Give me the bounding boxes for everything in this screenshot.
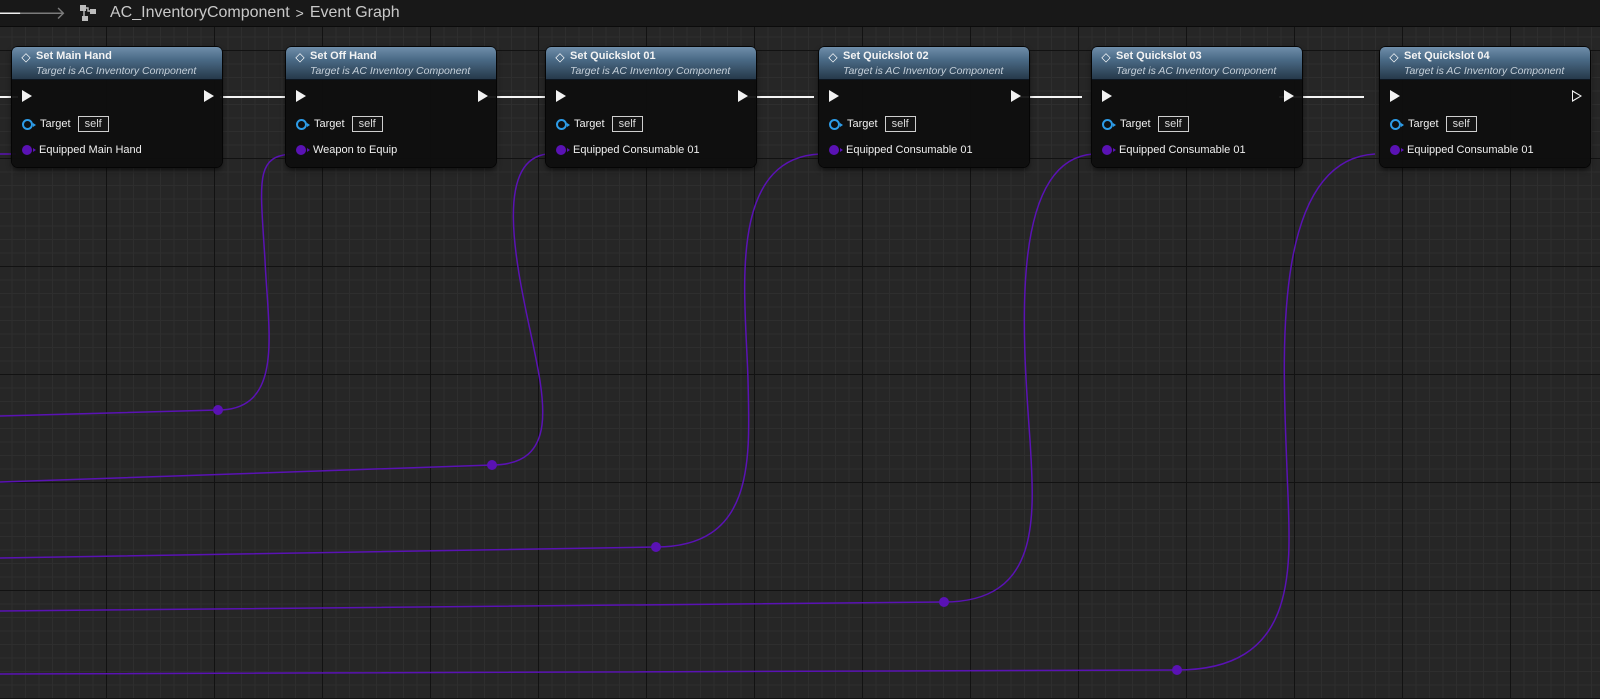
node-set-quickslot-02[interactable]: ◇ Set Quickslot 02 Target is AC Inventor… bbox=[819, 47, 1029, 167]
struct-pin-icon[interactable] bbox=[296, 145, 310, 155]
node-header[interactable]: ◇ Set Quickslot 04 Target is AC Inventor… bbox=[1380, 47, 1590, 80]
object-pin-icon[interactable] bbox=[1390, 118, 1404, 130]
function-icon: ◇ bbox=[555, 50, 565, 64]
struct-wire[interactable] bbox=[0, 153, 1094, 612]
param-label: Equipped Consumable 01 bbox=[846, 144, 973, 156]
node-subtitle: Target is AC Inventory Component bbox=[310, 65, 471, 77]
node-set-off-hand[interactable]: ◇ Set Off Hand Target is AC Inventory Co… bbox=[286, 47, 496, 167]
node-title: Set Main Hand bbox=[36, 50, 112, 62]
node-subtitle: Target is AC Inventory Component bbox=[36, 65, 197, 77]
node-subtitle: Target is AC Inventory Component bbox=[570, 65, 731, 77]
exec-in-pin[interactable] bbox=[1102, 90, 1112, 102]
node-header[interactable]: ◇ Set Quickslot 01 Target is AC Inventor… bbox=[546, 47, 756, 80]
exec-in-pin[interactable] bbox=[829, 90, 839, 102]
target-pin-row[interactable]: Target self bbox=[829, 116, 916, 132]
node-header[interactable]: ◇ Set Quickslot 02 Target is AC Inventor… bbox=[819, 47, 1029, 80]
param-label: Equipped Consumable 01 bbox=[573, 144, 700, 156]
reroute-knot[interactable] bbox=[1172, 665, 1182, 675]
param-pin-row[interactable]: Equipped Consumable 01 bbox=[1102, 144, 1246, 156]
exec-in-pin[interactable] bbox=[296, 90, 306, 102]
object-pin-icon[interactable] bbox=[829, 118, 843, 130]
node-set-quickslot-03[interactable]: ◇ Set Quickslot 03 Target is AC Inventor… bbox=[1092, 47, 1302, 167]
target-self-field[interactable]: self bbox=[1157, 116, 1189, 132]
target-label: Target bbox=[847, 118, 878, 130]
node-subtitle: Target is AC Inventory Component bbox=[1404, 65, 1565, 77]
struct-wire[interactable] bbox=[0, 153, 548, 483]
function-icon: ◇ bbox=[828, 50, 838, 64]
target-self-field[interactable]: self bbox=[77, 116, 109, 132]
node-title: Set Off Hand bbox=[310, 50, 377, 62]
param-pin-row[interactable]: Equipped Consumable 01 bbox=[556, 144, 700, 156]
reroute-knot[interactable] bbox=[213, 405, 223, 415]
target-label: Target bbox=[1408, 118, 1439, 130]
graph-wires bbox=[0, 96, 1376, 675]
struct-pin-icon[interactable] bbox=[556, 145, 570, 155]
object-pin-icon[interactable] bbox=[1102, 118, 1116, 130]
target-pin-row[interactable]: Target self bbox=[556, 116, 643, 132]
param-label: Weapon to Equip bbox=[313, 144, 398, 156]
exec-out-pin[interactable] bbox=[738, 90, 748, 102]
node-set-quickslot-01[interactable]: ◇ Set Quickslot 01 Target is AC Inventor… bbox=[546, 47, 756, 167]
param-pin-row[interactable]: Equipped Main Hand bbox=[22, 144, 142, 156]
struct-pin-icon[interactable] bbox=[1102, 145, 1116, 155]
struct-wire[interactable] bbox=[0, 153, 293, 417]
node-title: Set Quickslot 04 bbox=[1404, 50, 1490, 62]
exec-out-pin[interactable] bbox=[204, 90, 214, 102]
function-icon: ◇ bbox=[1101, 50, 1111, 64]
target-self-field[interactable]: self bbox=[1445, 116, 1477, 132]
exec-in-pin[interactable] bbox=[1390, 90, 1400, 102]
exec-out-pin[interactable] bbox=[1284, 90, 1294, 102]
exec-out-pin[interactable] bbox=[1011, 90, 1021, 102]
function-icon: ◇ bbox=[295, 50, 305, 64]
node-set-main-hand[interactable]: ◇ Set Main Hand Target is AC Inventory C… bbox=[12, 47, 222, 167]
node-title: Set Quickslot 02 bbox=[843, 50, 929, 62]
object-pin-icon[interactable] bbox=[296, 118, 310, 130]
target-self-field[interactable]: self bbox=[884, 116, 916, 132]
target-label: Target bbox=[40, 118, 71, 130]
node-subtitle: Target is AC Inventory Component bbox=[843, 65, 1004, 77]
object-pin-icon[interactable] bbox=[22, 118, 36, 130]
target-pin-row[interactable]: Target self bbox=[1102, 116, 1189, 132]
param-label: Equipped Main Hand bbox=[39, 144, 142, 156]
target-pin-row[interactable]: Target self bbox=[1390, 116, 1477, 132]
struct-wire[interactable] bbox=[0, 153, 1376, 675]
reroute-knot[interactable] bbox=[939, 597, 949, 607]
target-label: Target bbox=[574, 118, 605, 130]
target-self-field[interactable]: self bbox=[351, 116, 383, 132]
object-pin-icon[interactable] bbox=[556, 118, 570, 130]
exec-out-pin[interactable] bbox=[478, 90, 488, 102]
exec-out-pin[interactable] bbox=[1572, 90, 1582, 102]
exec-in-pin[interactable] bbox=[22, 90, 32, 102]
node-header[interactable]: ◇ Set Off Hand Target is AC Inventory Co… bbox=[286, 47, 496, 80]
param-pin-row[interactable]: Equipped Consumable 01 bbox=[829, 144, 973, 156]
reroute-knot[interactable] bbox=[487, 460, 497, 470]
reroute-knot[interactable] bbox=[651, 542, 661, 552]
param-label: Equipped Consumable 01 bbox=[1119, 144, 1246, 156]
struct-wire[interactable] bbox=[0, 153, 821, 559]
exec-in-pin[interactable] bbox=[556, 90, 566, 102]
struct-pin-icon[interactable] bbox=[1390, 145, 1404, 155]
node-title: Set Quickslot 01 bbox=[570, 50, 656, 62]
node-set-quickslot-04[interactable]: ◇ Set Quickslot 04 Target is AC Inventor… bbox=[1380, 47, 1590, 167]
target-label: Target bbox=[314, 118, 345, 130]
function-icon: ◇ bbox=[21, 50, 31, 64]
struct-pin-icon[interactable] bbox=[22, 145, 36, 155]
function-icon: ◇ bbox=[1389, 50, 1399, 64]
target-label: Target bbox=[1120, 118, 1151, 130]
target-pin-row[interactable]: Target self bbox=[296, 116, 383, 132]
param-label: Equipped Consumable 01 bbox=[1407, 144, 1534, 156]
node-title: Set Quickslot 03 bbox=[1116, 50, 1202, 62]
node-header[interactable]: ◇ Set Quickslot 03 Target is AC Inventor… bbox=[1092, 47, 1302, 80]
target-pin-row[interactable]: Target self bbox=[22, 116, 109, 132]
target-self-field[interactable]: self bbox=[611, 116, 643, 132]
param-pin-row[interactable]: Equipped Consumable 01 bbox=[1390, 144, 1534, 156]
struct-pin-icon[interactable] bbox=[829, 145, 843, 155]
node-subtitle: Target is AC Inventory Component bbox=[1116, 65, 1277, 77]
node-header[interactable]: ◇ Set Main Hand Target is AC Inventory C… bbox=[12, 47, 222, 80]
param-pin-row[interactable]: Weapon to Equip bbox=[296, 144, 397, 156]
